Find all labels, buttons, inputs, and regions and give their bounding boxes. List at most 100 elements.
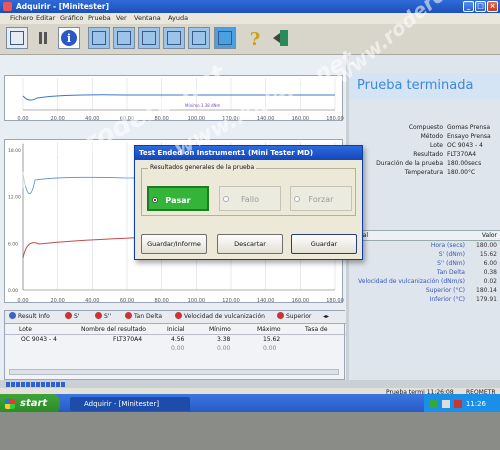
chart-overlay-icon[interactable] (113, 27, 135, 49)
info-row-temperatura: Temperatura 180.00°C (404, 169, 476, 176)
menu-fichero[interactable]: Fichero (10, 13, 33, 24)
x-tick-label: 0.00 (17, 116, 28, 122)
x-tick-label: 180.00 (326, 298, 344, 304)
maximize-button[interactable]: □ (475, 1, 486, 12)
save-button[interactable]: Guardar (291, 234, 357, 254)
x-tick-label: 100.00 (188, 116, 206, 122)
dialog-title[interactable]: Test Ended on Instrument1 (Mini Tester M… (135, 146, 362, 160)
series-line (22, 94, 335, 101)
menu-ver[interactable]: Ver (116, 13, 127, 24)
info-row-lote: Lote OC 9043 - 4 (430, 142, 483, 149)
x-tick-label: 60.00 (120, 116, 134, 122)
x-tick-label: 140.00 (257, 298, 275, 304)
window-title: Adquirir - [Minitester] (16, 2, 110, 11)
info-row-compuesto: Compuesto Gomas Prensa (408, 124, 491, 131)
x-tick-label: 100.00 (188, 298, 206, 304)
system-tray: 11:26 (424, 394, 500, 412)
menu-prueba[interactable]: Prueba (88, 13, 111, 24)
x-tick-label: 0.00 (17, 298, 28, 304)
table-view-icon[interactable] (163, 27, 185, 49)
tab-superior[interactable]: Superior (277, 312, 311, 322)
value-row: Velocidad de vulcanización (dNm/s) 0.02 (358, 278, 497, 285)
tab-tan-delta[interactable]: Tan Delta (125, 312, 162, 322)
table-row[interactable]: OC 9043 - 4 FLT370A4 4.56 3.38 15.62 (5, 335, 346, 344)
x-tick-label: 160.00 (292, 116, 310, 122)
x-tick-label: 40.00 (85, 298, 99, 304)
windows-flag-icon (5, 399, 15, 409)
tray-security-icon[interactable] (454, 400, 462, 408)
pause-icon[interactable] (32, 27, 54, 49)
menu-ventana[interactable]: Ventana (134, 13, 161, 24)
window-titlebar[interactable]: Adquirir - [Minitester] _ □ × (0, 0, 500, 13)
app-icon (3, 2, 12, 11)
menu-grafico[interactable]: Gráfico (60, 13, 83, 24)
toolbar: i ? (0, 24, 500, 55)
chart-top[interactable]: 0.00 20.00 40.00 60.00 80.00 100.00 120.00 140.… (4, 75, 344, 122)
x-tick-label: 80.00 (155, 116, 169, 122)
value-row: S' (dNm) 15.62 (438, 251, 497, 258)
chart-view-icon[interactable] (88, 27, 110, 49)
info-row-duracion: Duración de la prueba 180.00secs (376, 160, 482, 167)
x-tick-label: 40.00 (85, 116, 99, 122)
value-row: S'' (dNm) 6.00 (437, 260, 497, 267)
taskbar-item-adquirir[interactable]: Adquirir - [Minitester] (70, 397, 190, 411)
test-status-heading: Prueba terminada (349, 73, 500, 99)
chart-compare-icon[interactable] (138, 27, 160, 49)
y-tick-label: 12.00 (8, 195, 21, 201)
value-row: Inferior (°C) 179.91 (429, 296, 497, 303)
tray-volume-icon[interactable] (442, 400, 450, 408)
results-group: Resultados generales de la prueba Pasar … (141, 164, 356, 216)
table-row[interactable]: 0.00 0.00 0.00 (5, 344, 346, 353)
y-tick-label: 6.00 (8, 241, 18, 247)
menu-ayuda[interactable]: Ayuda (168, 13, 188, 24)
start-button[interactable]: start (0, 394, 60, 412)
info-row-resultado: Resultado FLT370A4 (413, 151, 477, 158)
desktop-screen: Adquirir - [Minitester] _ □ × Fichero Ed… (0, 0, 500, 412)
info-icon[interactable]: i (58, 27, 80, 49)
marker-label: Mínimo 3.38 dNm (185, 103, 221, 108)
x-tick-label: 80.00 (155, 298, 169, 304)
value-row: Superior (°C) 180.14 (425, 287, 497, 294)
tray-network-icon[interactable] (430, 400, 438, 408)
x-tick-label: 60.00 (120, 298, 134, 304)
values-table-header: Canal Valor (349, 230, 500, 241)
x-tick-label: 120.00 (222, 298, 240, 304)
y-tick-label: 0.00 (8, 288, 18, 294)
svg-text:i: i (67, 32, 71, 45)
x-tick-label: 20.00 (51, 116, 65, 122)
results-grid-header: Lote Nombre del resultado Inicial Mínimo… (5, 325, 346, 335)
layout-icon[interactable] (214, 27, 236, 49)
menu-bar: Fichero Editar Gráfico Prueba Ver Ventan… (0, 13, 500, 24)
menu-editar[interactable]: Editar (36, 13, 55, 24)
tab-velocidad[interactable]: Velocidad de vulcanización (175, 312, 265, 322)
exit-icon[interactable] (270, 27, 292, 49)
save-report-button[interactable]: Guardar/Informe (141, 234, 207, 254)
x-tick-label: 120.00 (222, 116, 240, 122)
x-tick-label: 180.00 (326, 116, 344, 122)
y-tick-label: 18.00 (8, 148, 21, 154)
help-icon[interactable]: ? (244, 27, 266, 50)
horizontal-scrollbar[interactable] (9, 369, 339, 375)
results-table-panel: Result Info S' S'' Tan Delta Velocidad d… (4, 310, 346, 380)
grid-view-icon[interactable] (188, 27, 210, 49)
fail-option[interactable]: Fallo (219, 186, 281, 211)
tab-scroll-arrows[interactable]: ◂▸ (323, 312, 329, 322)
x-tick-label: 140.00 (257, 116, 275, 122)
minimize-button[interactable]: _ (463, 1, 474, 12)
new-test-icon[interactable] (6, 27, 28, 49)
tab-s-double-prime[interactable]: S'' (95, 312, 111, 322)
results-group-label: Resultados generales de la prueba (148, 164, 257, 171)
close-button[interactable]: × (487, 1, 498, 12)
results-pane: Prueba terminada Compuesto Gomas Prensa M… (349, 55, 500, 380)
value-row: Tan Delta 0.38 (436, 269, 497, 276)
radio-selected-icon (152, 197, 158, 203)
progress-indicator (6, 381, 76, 387)
svg-text:?: ? (250, 29, 261, 48)
force-option[interactable]: Forzar (290, 186, 352, 211)
discard-button[interactable]: Descartar (217, 234, 283, 254)
info-row-metodo: Método Ensayo Prensa (420, 133, 491, 140)
tab-result-info[interactable]: Result Info (9, 312, 50, 322)
pass-option[interactable]: Pasar (147, 186, 209, 211)
x-tick-label: 160.00 (292, 298, 310, 304)
tab-s-prime[interactable]: S' (65, 312, 79, 322)
